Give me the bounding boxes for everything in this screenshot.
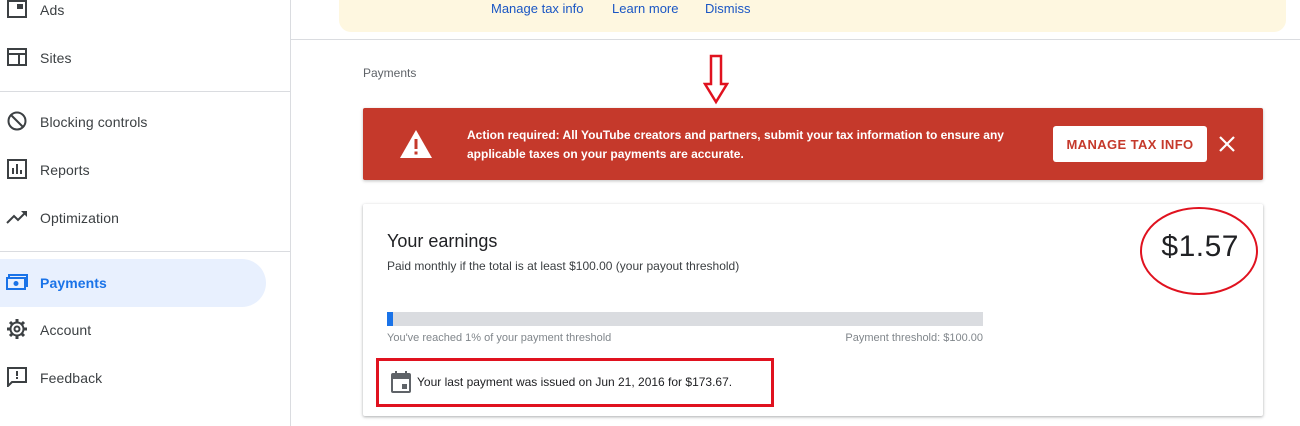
sidebar-item-label: Ads xyxy=(40,2,65,18)
ads-icon xyxy=(6,0,28,20)
gear-icon xyxy=(6,318,28,340)
sidebar-item-optimization[interactable]: Optimization xyxy=(0,194,266,242)
optimization-icon xyxy=(6,206,28,228)
learn-more-link[interactable]: Learn more xyxy=(612,1,678,16)
threshold-progress-bar xyxy=(387,312,983,326)
warning-icon xyxy=(400,130,432,158)
manage-tax-info-button[interactable]: MANAGE TAX INFO xyxy=(1053,126,1207,162)
sidebar-item-feedback[interactable]: Feedback xyxy=(0,354,266,402)
sidebar-item-sites[interactable]: Sites xyxy=(0,34,266,82)
sidebar-item-label: Payments xyxy=(40,275,107,291)
sidebar-item-label: Blocking controls xyxy=(40,114,148,130)
annotation-arrow-icon xyxy=(703,54,729,105)
earnings-amount: $1.57 xyxy=(1161,230,1239,263)
sidebar-divider xyxy=(0,91,290,92)
feedback-icon xyxy=(6,366,28,388)
sidebar-item-payments[interactable]: Payments xyxy=(0,259,266,307)
close-icon[interactable] xyxy=(1215,132,1239,156)
calendar-icon xyxy=(391,371,411,393)
blocking-icon xyxy=(6,110,28,132)
sidebar-item-label: Feedback xyxy=(40,370,103,386)
sidebar-item-account[interactable]: Account xyxy=(0,306,266,354)
sidebar-divider xyxy=(0,251,290,252)
dismiss-link[interactable]: Dismiss xyxy=(705,1,751,16)
tax-notice: Manage tax info Learn more Dismiss xyxy=(339,0,1286,32)
sidebar-item-label: Sites xyxy=(40,50,72,66)
sidebar-item-label: Account xyxy=(40,322,92,338)
progress-label: You've reached 1% of your payment thresh… xyxy=(387,332,612,344)
manage-tax-info-link[interactable]: Manage tax info xyxy=(491,1,584,16)
sidebar-item-label: Optimization xyxy=(40,210,120,226)
sidebar: Ads Sites Blocking controls Reports Opti… xyxy=(0,0,291,426)
earnings-title: Your earnings xyxy=(387,231,498,251)
payments-icon xyxy=(6,271,28,293)
header-divider xyxy=(291,39,1300,40)
sites-icon xyxy=(6,46,28,68)
sidebar-item-blocking-controls[interactable]: Blocking controls xyxy=(0,98,266,146)
page-title: Payments xyxy=(363,66,417,80)
annotation-box: Your last payment was issued on Jun 21, … xyxy=(376,358,774,407)
earnings-subtitle: Paid monthly if the total is at least $1… xyxy=(387,259,740,273)
reports-icon xyxy=(6,158,28,180)
last-payment-text: Your last payment was issued on Jun 21, … xyxy=(417,375,733,389)
sidebar-item-ads[interactable]: Ads xyxy=(0,0,266,34)
sidebar-item-reports[interactable]: Reports xyxy=(0,146,266,194)
sidebar-item-label: Reports xyxy=(40,162,90,178)
threshold-label: Payment threshold: $100.00 xyxy=(845,332,983,344)
tax-action-banner: Action required: All YouTube creators an… xyxy=(363,108,1263,180)
threshold-progress-fill xyxy=(387,312,393,326)
banner-message: Action required: All YouTube creators an… xyxy=(467,128,1004,161)
earnings-card: Your earnings Paid monthly if the total … xyxy=(363,204,1263,416)
